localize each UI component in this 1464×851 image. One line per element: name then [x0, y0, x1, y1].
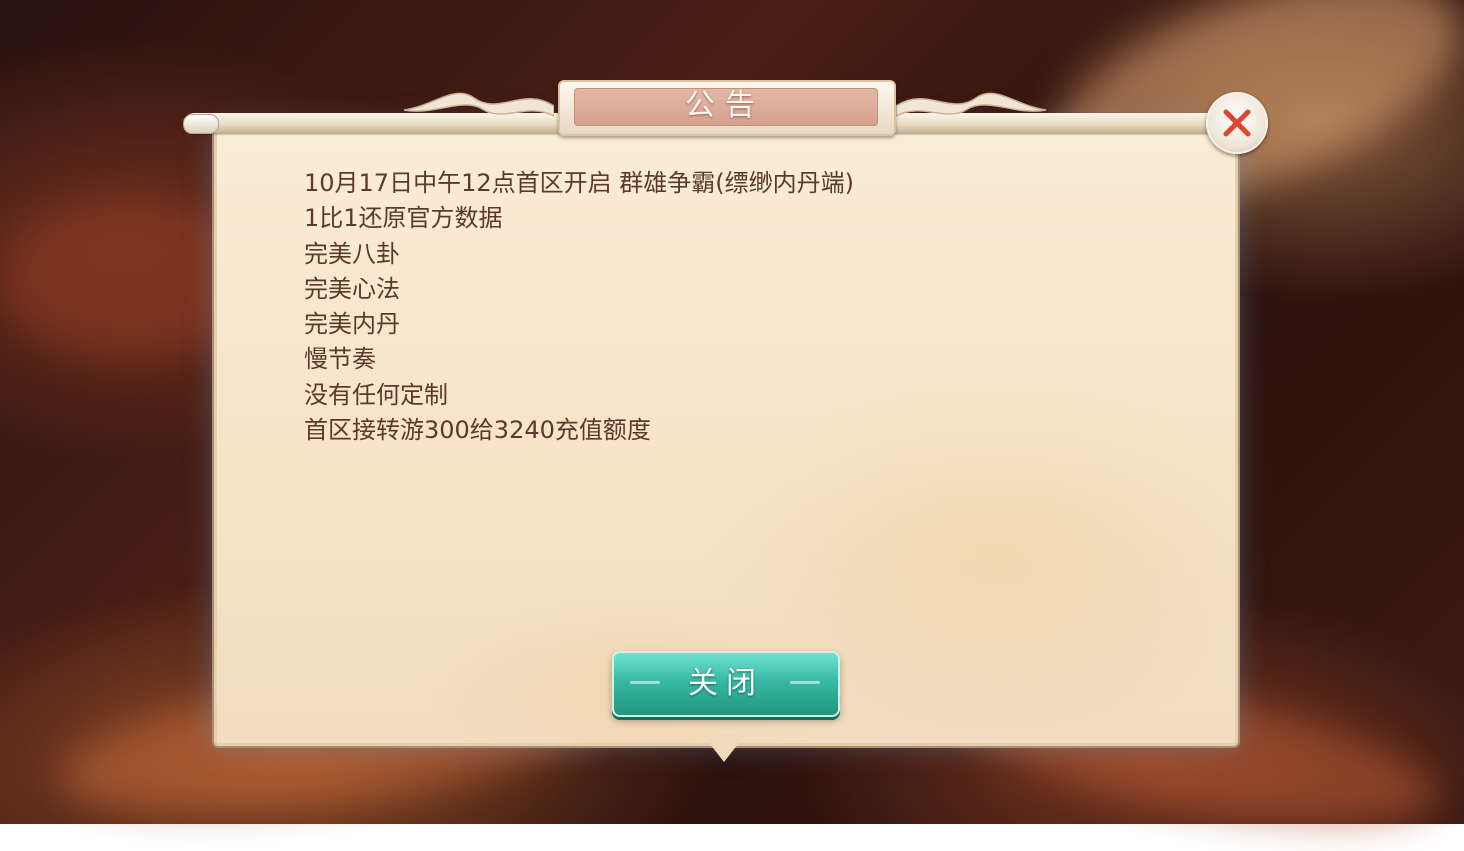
close-x-button[interactable]: [1206, 92, 1268, 154]
left-cloud-ornament-icon: [404, 92, 554, 117]
scroll-rod-end: [183, 114, 219, 134]
announcement-text: 10月17日中午12点首区开启 群雄争霸(缥缈内丹端) 1比1还原官方数据 完美…: [304, 166, 1204, 448]
close-button[interactable]: 关闭: [612, 651, 840, 717]
close-button-label: 关闭: [688, 666, 764, 701]
announcement-line: 10月17日中午12点首区开启 群雄争霸(缥缈内丹端): [304, 169, 854, 197]
right-cloud-ornament-icon: [896, 92, 1046, 117]
announcement-line: 完美内丹: [304, 310, 400, 339]
announcement-line: 慢节奏: [304, 345, 376, 374]
announcement-line: 首区接转游300给3240充值额度: [304, 416, 651, 445]
announcement-line: 1比1还原官方数据: [304, 204, 503, 233]
announcement-line: 完美心法: [304, 274, 400, 303]
panel-bottom-ornament: [702, 734, 746, 762]
announcement-line: 完美八卦: [304, 239, 400, 268]
announcement-line: 没有任何定制: [304, 380, 448, 409]
dialog-title: 公告: [685, 88, 765, 123]
announcement-dialog: 公告 10月17日中午12点首区开启 群雄争霸(缥缈内丹端) 1比1还原官方数据…: [0, 0, 1464, 824]
close-x-icon: [1223, 109, 1251, 137]
